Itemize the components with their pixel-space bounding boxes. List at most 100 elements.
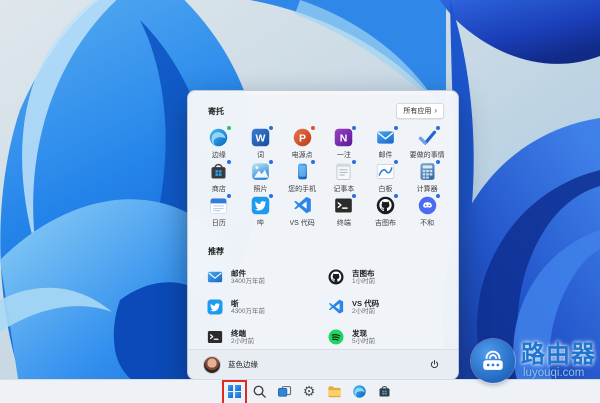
pinned-app-onenote[interactable]: N 一注	[323, 127, 365, 161]
pinned-app-whiteboard[interactable]: 白板	[365, 161, 407, 195]
gear-icon: ⚙	[303, 384, 316, 399]
pinned-app-powerpoint[interactable]: P 电源点	[281, 127, 323, 161]
start-menu-footer: 蓝色边缘	[188, 349, 458, 379]
power-button[interactable]	[426, 357, 442, 373]
vscode-icon	[327, 298, 345, 316]
pinned-app-edge[interactable]: 边缘	[198, 127, 240, 161]
recommended-section-label: 推荐	[208, 247, 224, 256]
pinned-app-label: 终端	[337, 218, 351, 228]
task-view-button[interactable]	[276, 383, 293, 400]
recommended-item-spotify[interactable]: 发现 5小时前	[327, 325, 448, 349]
pinned-app-vscode[interactable]: VS 代码	[281, 195, 323, 229]
recommended-item-time: 5小时前	[352, 338, 375, 346]
pinned-app-store[interactable]: 商店	[198, 161, 240, 195]
pinned-app-label: 词	[257, 150, 264, 160]
pinned-app-label: 白板	[378, 184, 392, 194]
onenote-icon: N	[333, 127, 354, 148]
pinned-app-label: 哔	[257, 218, 264, 228]
start-menu: 寄托 所有应用 › 边缘 W 词	[187, 90, 459, 380]
pinned-app-calendar[interactable]: 日历	[198, 195, 240, 229]
your-phone-icon	[292, 161, 313, 182]
recommended-item-mail[interactable]: 邮件 3400万年前	[206, 265, 327, 289]
photos-icon	[250, 161, 271, 182]
pinned-app-label: 商店	[212, 184, 226, 194]
calculator-icon	[417, 161, 438, 182]
terminal-icon	[333, 195, 354, 216]
todo-icon	[417, 127, 438, 148]
screen: 寄托 所有应用 › 边缘 W 词	[0, 0, 600, 403]
recommended-item-twitter[interactable]: 哳 4300万年前	[206, 295, 327, 319]
pinned-app-discord[interactable]: 不和	[406, 195, 448, 229]
twitter-icon	[250, 195, 271, 216]
vscode-icon	[292, 195, 313, 216]
recommended-item-time: 4300万年前	[231, 308, 265, 316]
recommended-item-name: 邮件	[231, 269, 265, 278]
github-icon	[327, 268, 345, 286]
recommended-item-terminal[interactable]: 终端 2小时前	[206, 325, 327, 349]
word-icon: W	[250, 127, 271, 148]
folder-icon	[327, 384, 342, 399]
whiteboard-icon	[375, 161, 396, 182]
watermark-domain: luyouqi.com	[521, 367, 596, 380]
pinned-app-label: 吉图布	[375, 218, 396, 228]
pinned-app-notepad[interactable]: 记事本	[323, 161, 365, 195]
start-button[interactable]	[226, 383, 243, 400]
recommended-item-time: 3400万年前	[231, 278, 265, 286]
watermark: 路由器 luyouqi.com	[471, 339, 596, 383]
store-icon	[377, 384, 392, 399]
start-button-highlight-annotation	[222, 380, 247, 403]
pinned-app-calculator[interactable]: 计算器	[406, 161, 448, 195]
edge-button[interactable]	[351, 383, 368, 400]
pinned-app-label: 一注	[337, 150, 351, 160]
github-icon	[375, 195, 396, 216]
pinned-app-twitter[interactable]: 哔	[240, 195, 282, 229]
search-button[interactable]	[251, 383, 268, 400]
recommended-item-name: VS 代码	[352, 299, 379, 308]
pinned-app-your-phone[interactable]: 您的手机	[281, 161, 323, 195]
user-name[interactable]: 蓝色边缘	[228, 359, 258, 370]
all-apps-button[interactable]: 所有应用 ›	[396, 103, 444, 119]
file-explorer-button[interactable]	[326, 383, 343, 400]
recommended-item-vscode[interactable]: VS 代码 2小时前	[327, 295, 448, 319]
calendar-icon	[208, 195, 229, 216]
search-icon	[252, 384, 267, 399]
pinned-app-mail[interactable]: 邮件	[365, 127, 407, 161]
pinned-app-todo[interactable]: 要做的事情	[406, 127, 448, 161]
powerpoint-icon: P	[292, 127, 313, 148]
mail-icon	[206, 268, 224, 286]
edge-icon	[208, 127, 229, 148]
all-apps-label: 所有应用	[403, 106, 431, 116]
pinned-app-label: 不和	[420, 218, 434, 228]
pinned-section-label: 寄托	[208, 106, 224, 117]
user-avatar[interactable]	[204, 357, 220, 373]
pinned-app-label: 日历	[212, 218, 226, 228]
pinned-app-label: 照片	[253, 184, 267, 194]
pinned-app-label: 计算器	[417, 184, 438, 194]
pinned-app-github[interactable]: 吉图布	[365, 195, 407, 229]
recommended-item-name: 终端	[231, 329, 254, 338]
pinned-app-word[interactable]: W 词	[240, 127, 282, 161]
task-view-icon	[277, 384, 292, 399]
recommended-item-time: 2小时前	[352, 308, 379, 316]
store-icon	[208, 161, 229, 182]
pinned-app-label: 您的手机	[288, 184, 316, 194]
settings-button[interactable]: ⚙	[301, 383, 318, 400]
pinned-app-label: 电源点	[292, 150, 313, 160]
pinned-app-label: 边缘	[212, 150, 226, 160]
twitter-icon	[206, 298, 224, 316]
edge-icon	[352, 384, 367, 399]
pinned-app-label: VS 代码	[290, 218, 315, 228]
pinned-app-terminal[interactable]: 终端	[323, 195, 365, 229]
power-icon	[429, 359, 440, 370]
router-logo-icon	[471, 339, 515, 383]
pinned-app-photos[interactable]: 照片	[240, 161, 282, 195]
recommended-item-github[interactable]: 吉图布 1小时前	[327, 265, 448, 289]
pinned-apps-grid: 边缘 W 词 P 电源点	[188, 119, 458, 229]
pinned-app-label: 记事本	[333, 184, 354, 194]
recommended-grid: 邮件 3400万年前 吉图布 1小时前 哳 4300万年前	[188, 261, 458, 349]
notepad-icon	[333, 161, 354, 182]
recommended-item-time: 1小时前	[352, 278, 375, 286]
chevron-right-icon: ›	[434, 108, 437, 114]
store-button[interactable]	[376, 383, 393, 400]
svg-text:P: P	[299, 132, 306, 144]
